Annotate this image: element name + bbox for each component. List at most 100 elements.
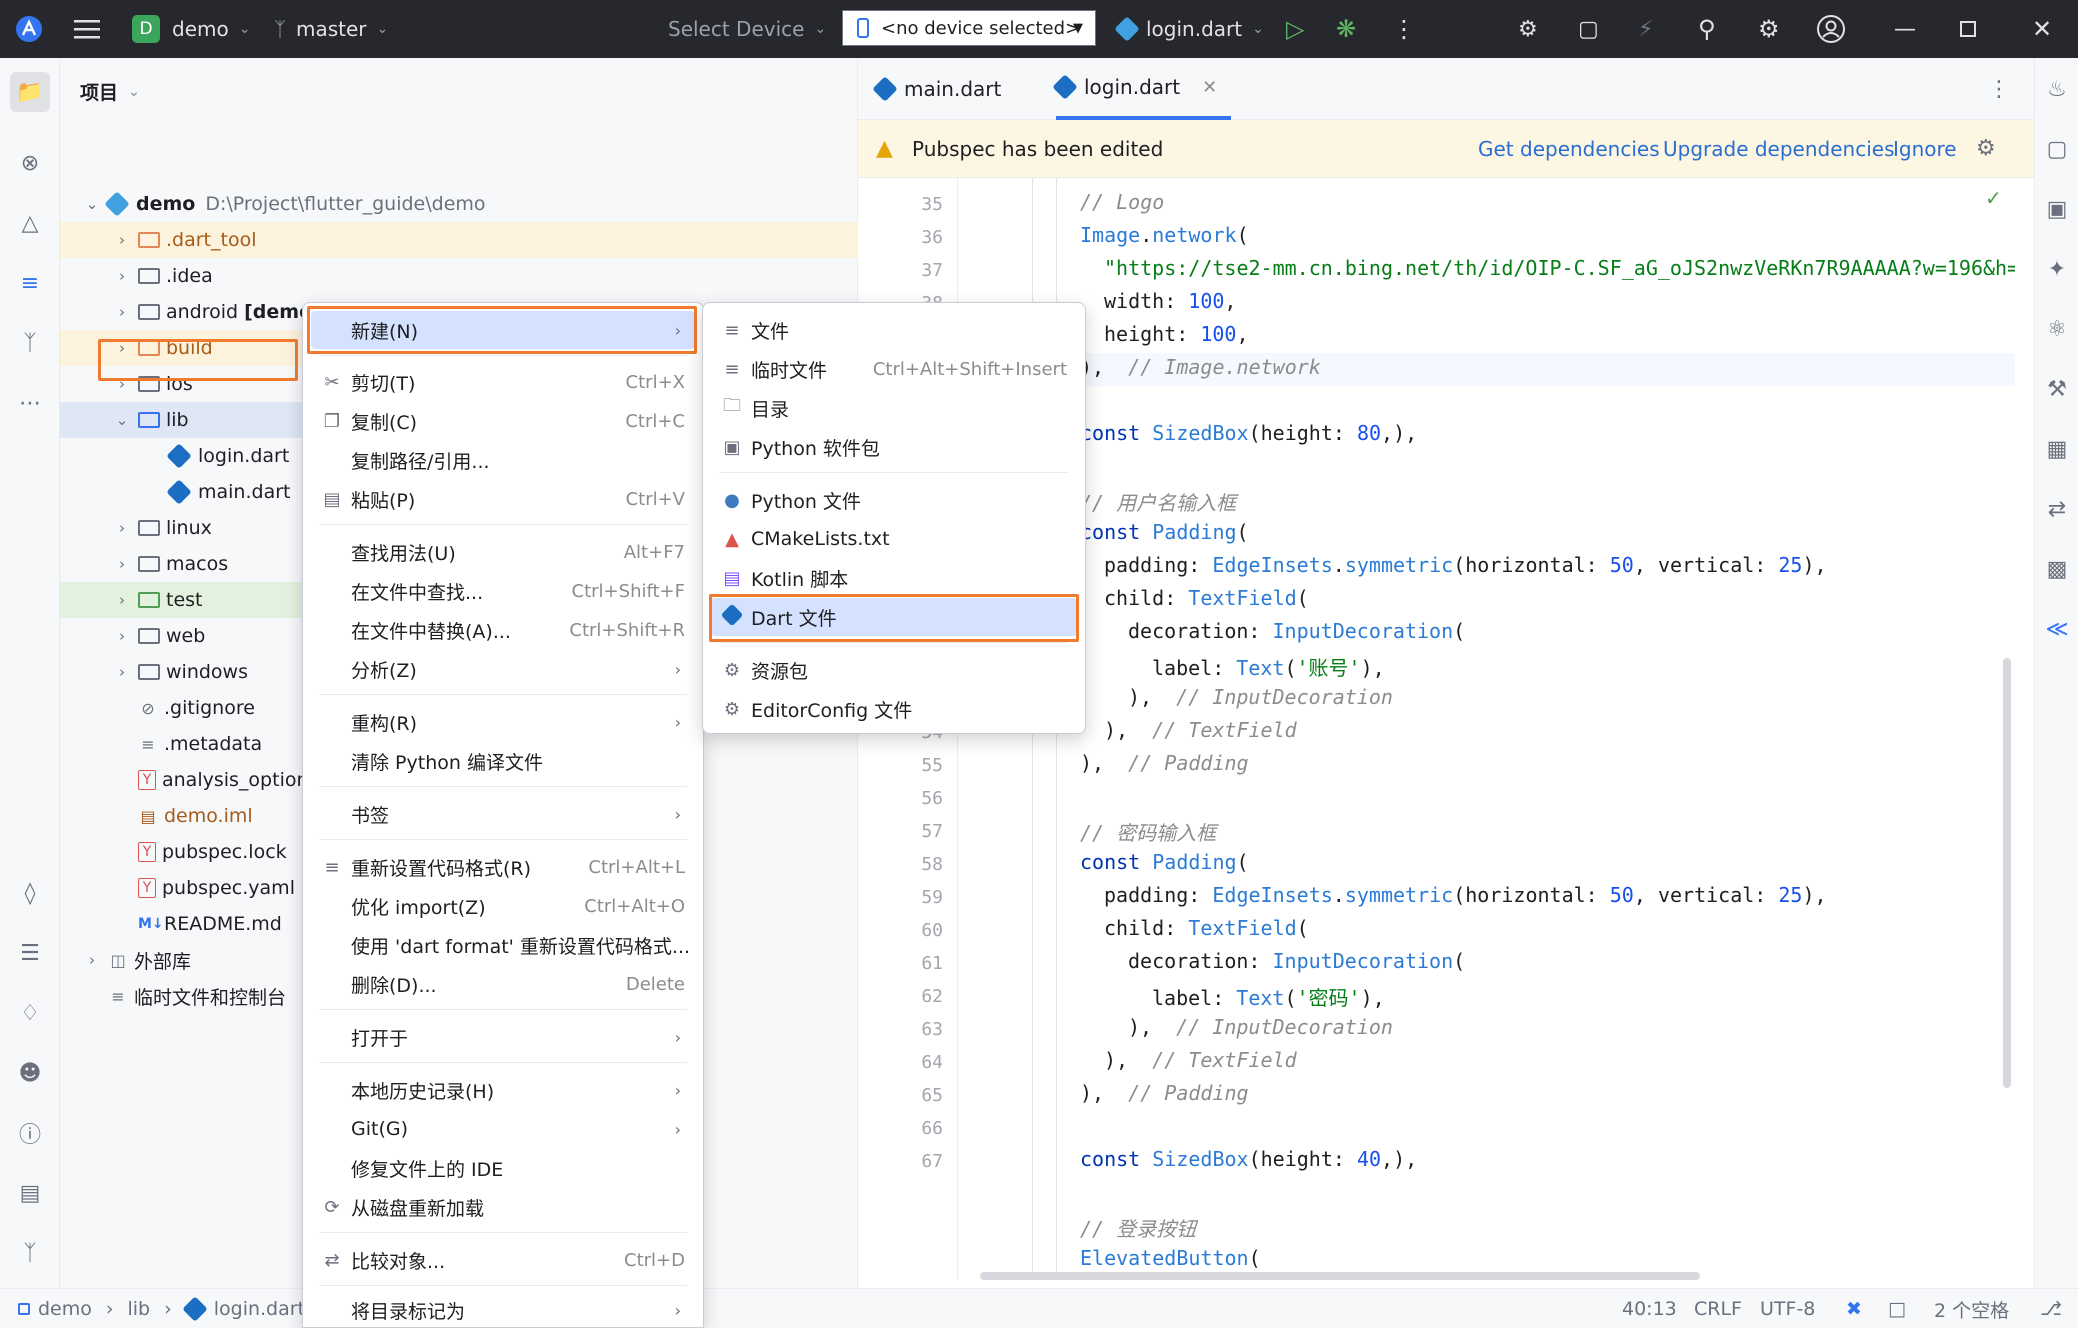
- horizontal-scrollbar[interactable]: [980, 1272, 1700, 1280]
- menu-item-compare[interactable]: ⇄ 比较对象... Ctrl+D: [311, 1241, 695, 1279]
- code-editor[interactable]: // Logo Image.network( "https://tse2-mm.…: [960, 178, 2015, 1280]
- tab-main-dart[interactable]: main.dart: [872, 58, 1001, 120]
- menu-item-clean-python[interactable]: 清除 Python 编译文件: [311, 742, 695, 780]
- menu-item-replace-in-files[interactable]: 在文件中替换(A)... Ctrl+Shift+R: [311, 611, 695, 649]
- menu-item-reformat[interactable]: ≡ 重新设置代码格式(R) Ctrl+Alt+L: [311, 848, 695, 886]
- search-icon[interactable]: ⚲: [1698, 0, 1716, 58]
- device-selector[interactable]: <no device selected> ▼: [842, 10, 1096, 46]
- maximize-icon[interactable]: [1960, 0, 1976, 58]
- pull-requests-icon[interactable]: ᛉ: [15, 328, 45, 358]
- tab-login-dart[interactable]: login.dart ✕: [1052, 58, 1232, 120]
- new-submenu: ≡ 文件 ≡ 临时文件 Ctrl+Alt+Shift+Insert 🗀 目录 ▣ Pyth…: [702, 302, 1086, 734]
- menu-item-copy[interactable]: ❐ 复制(C) Ctrl+C: [311, 402, 695, 440]
- dart-icon: [182, 1296, 208, 1322]
- close-tab-icon[interactable]: ✕: [1202, 77, 1217, 98]
- submenu-item-python-package[interactable]: ▣ Python 软件包: [711, 428, 1077, 466]
- project-panel-header[interactable]: 项目 ⌄: [80, 78, 140, 105]
- ignore-link[interactable]: Ignore: [1893, 120, 1957, 178]
- breadcrumb-demo[interactable]: demo: [38, 1298, 92, 1320]
- tab-options-icon[interactable]: ⋮: [1988, 58, 2010, 120]
- menu-item-repair-ide[interactable]: 修复文件上的 IDE: [311, 1149, 695, 1187]
- tools-icon[interactable]: ⚒: [2042, 374, 2072, 404]
- select-device-button[interactable]: Select Device ⌄: [668, 0, 826, 58]
- app-logo-icon[interactable]: [14, 0, 48, 58]
- menu-item-reload[interactable]: ⟳ 从磁盘重新加载: [311, 1188, 695, 1226]
- layers-icon[interactable]: ☰: [15, 938, 45, 968]
- tree-item-dart-tool[interactable]: › .dart_tool: [60, 222, 858, 258]
- flutter-outline-icon[interactable]: ≪: [2042, 614, 2072, 644]
- menu-item-optimize-imports[interactable]: 优化 import(Z) Ctrl+Alt+O: [311, 887, 695, 925]
- banner-settings-gear-icon[interactable]: ⚙: [1976, 136, 1996, 161]
- logcat-icon[interactable]: ☻: [15, 1058, 45, 1088]
- submenu-item-directory[interactable]: 🗀 目录: [711, 389, 1077, 427]
- layout-inspector-icon[interactable]: ▩: [2042, 554, 2072, 584]
- problems-icon[interactable]: ⓘ: [15, 1118, 45, 1148]
- run-icon[interactable]: ▷: [1286, 0, 1304, 58]
- python-console-icon[interactable]: ⚛: [2042, 314, 2072, 344]
- menu-item-git[interactable]: Git(G) ›: [311, 1110, 695, 1148]
- readonly-toggle-icon[interactable]: □: [1888, 1289, 1906, 1328]
- tree-root[interactable]: ⌄ demo D:\Project\flutter_guide\demo: [60, 186, 858, 222]
- submenu-item-editorconfig[interactable]: ⚙ EditorConfig 文件: [711, 690, 1077, 728]
- line-separator[interactable]: CRLF: [1694, 1289, 1742, 1328]
- branch-switcher[interactable]: ᛉ master ⌄: [274, 0, 388, 58]
- minimize-icon[interactable]: —: [1894, 0, 1916, 58]
- menu-item-refactor[interactable]: 重构(R) ›: [311, 703, 695, 741]
- menu-item-copy-path[interactable]: 复制路径/引用...: [311, 441, 695, 479]
- vertical-scrollbar[interactable]: [2003, 658, 2011, 1088]
- device-manager-icon[interactable]: ▢: [2042, 134, 2072, 164]
- breadcrumb-lib[interactable]: lib: [128, 1298, 151, 1320]
- menu-item-analyze[interactable]: 分析(Z) ›: [311, 650, 695, 688]
- git-icon[interactable]: ᛉ: [15, 1238, 45, 1268]
- submenu-item-kotlin-script[interactable]: ▤ Kotlin 脚本: [711, 559, 1077, 597]
- lock-icon[interactable]: ⎇: [2040, 1289, 2062, 1328]
- app-inspection-icon[interactable]: ▦: [2042, 434, 2072, 464]
- submenu-item-file[interactable]: ≡ 文件: [711, 311, 1077, 349]
- get-dependencies-link[interactable]: Get dependencies: [1478, 120, 1660, 178]
- main-menu-icon[interactable]: [74, 0, 100, 58]
- project-switcher[interactable]: D demo ⌄: [132, 0, 250, 58]
- upgrade-dependencies-link[interactable]: Upgrade dependencies: [1663, 120, 1895, 178]
- menu-item-local-history[interactable]: 本地历史记录(H) ›: [311, 1071, 695, 1109]
- debug-icon[interactable]: ❋: [1336, 0, 1356, 58]
- terminal-icon[interactable]: ▤: [15, 1178, 45, 1208]
- attach-debugger-icon[interactable]: ⚙: [1518, 0, 1538, 58]
- settings-gear-icon[interactable]: ⚙: [1758, 0, 1780, 58]
- lightning-icon[interactable]: ⚡: [1638, 0, 1653, 58]
- submenu-item-resource-bundle[interactable]: ⚙ 资源包: [711, 651, 1077, 689]
- menu-item-dart-format[interactable]: 使用 'dart format' 重新设置代码格式...: [311, 926, 695, 964]
- more-tools-icon[interactable]: ⋯: [15, 388, 45, 418]
- submenu-item-cmake[interactable]: ▲ CMakeLists.txt: [711, 520, 1077, 558]
- api-icon[interactable]: ⇄: [2042, 494, 2072, 524]
- file-encoding[interactable]: UTF-8: [1760, 1289, 1815, 1328]
- tree-item-idea[interactable]: › .idea: [60, 258, 858, 294]
- menu-item-bookmarks[interactable]: 书签 ›: [311, 795, 695, 833]
- menu-item-cut[interactable]: ✂ 剪切(T) Ctrl+X: [311, 363, 695, 401]
- run-config-selector[interactable]: login.dart ⌄: [1114, 0, 1264, 58]
- menu-item-open-in[interactable]: 打开于 ›: [311, 1018, 695, 1056]
- more-vertical-icon[interactable]: ⋮: [1392, 0, 1416, 58]
- build-variants-icon[interactable]: ◊: [15, 878, 45, 908]
- caret-position[interactable]: 40:13: [1622, 1289, 1677, 1328]
- submenu-item-scratch[interactable]: ≡ 临时文件 Ctrl+Alt+Shift+Insert: [711, 350, 1077, 388]
- project-tool-icon[interactable]: 📁: [10, 72, 50, 112]
- menu-item-mark-directory[interactable]: 将目录标记为 ›: [311, 1291, 695, 1328]
- menu-item-paste[interactable]: ▤ 粘贴(P) Ctrl+V: [311, 480, 695, 518]
- notifications-bell-icon[interactable]: ♨: [2042, 74, 2072, 104]
- commit-icon[interactable]: ⊗: [15, 148, 45, 178]
- flutter-inspector-icon[interactable]: ≡: [15, 268, 45, 298]
- gem-icon[interactable]: ♢: [15, 998, 45, 1028]
- menu-item-find-usages[interactable]: 查找用法(U) Alt+F7: [311, 533, 695, 571]
- indent-setting[interactable]: 2 个空格: [1934, 1289, 2009, 1328]
- device-manager-icon[interactable]: ▢: [1578, 0, 1599, 58]
- ai-assistant-icon[interactable]: ✦: [2042, 254, 2072, 284]
- running-devices-icon[interactable]: ▣: [2042, 194, 2072, 224]
- account-icon[interactable]: [1816, 0, 1846, 58]
- menu-item-find-in-files[interactable]: 在文件中查找... Ctrl+Shift+F: [311, 572, 695, 610]
- flutter-status-icon[interactable]: ✖: [1846, 1289, 1862, 1328]
- breadcrumb-login-dart[interactable]: login.dart: [214, 1298, 305, 1320]
- menu-item-delete[interactable]: 删除(D)... Delete: [311, 965, 695, 1003]
- structure-icon[interactable]: △: [15, 208, 45, 238]
- submenu-item-python-file[interactable]: ● Python 文件: [711, 481, 1077, 519]
- close-icon[interactable]: ✕: [2032, 0, 2052, 58]
